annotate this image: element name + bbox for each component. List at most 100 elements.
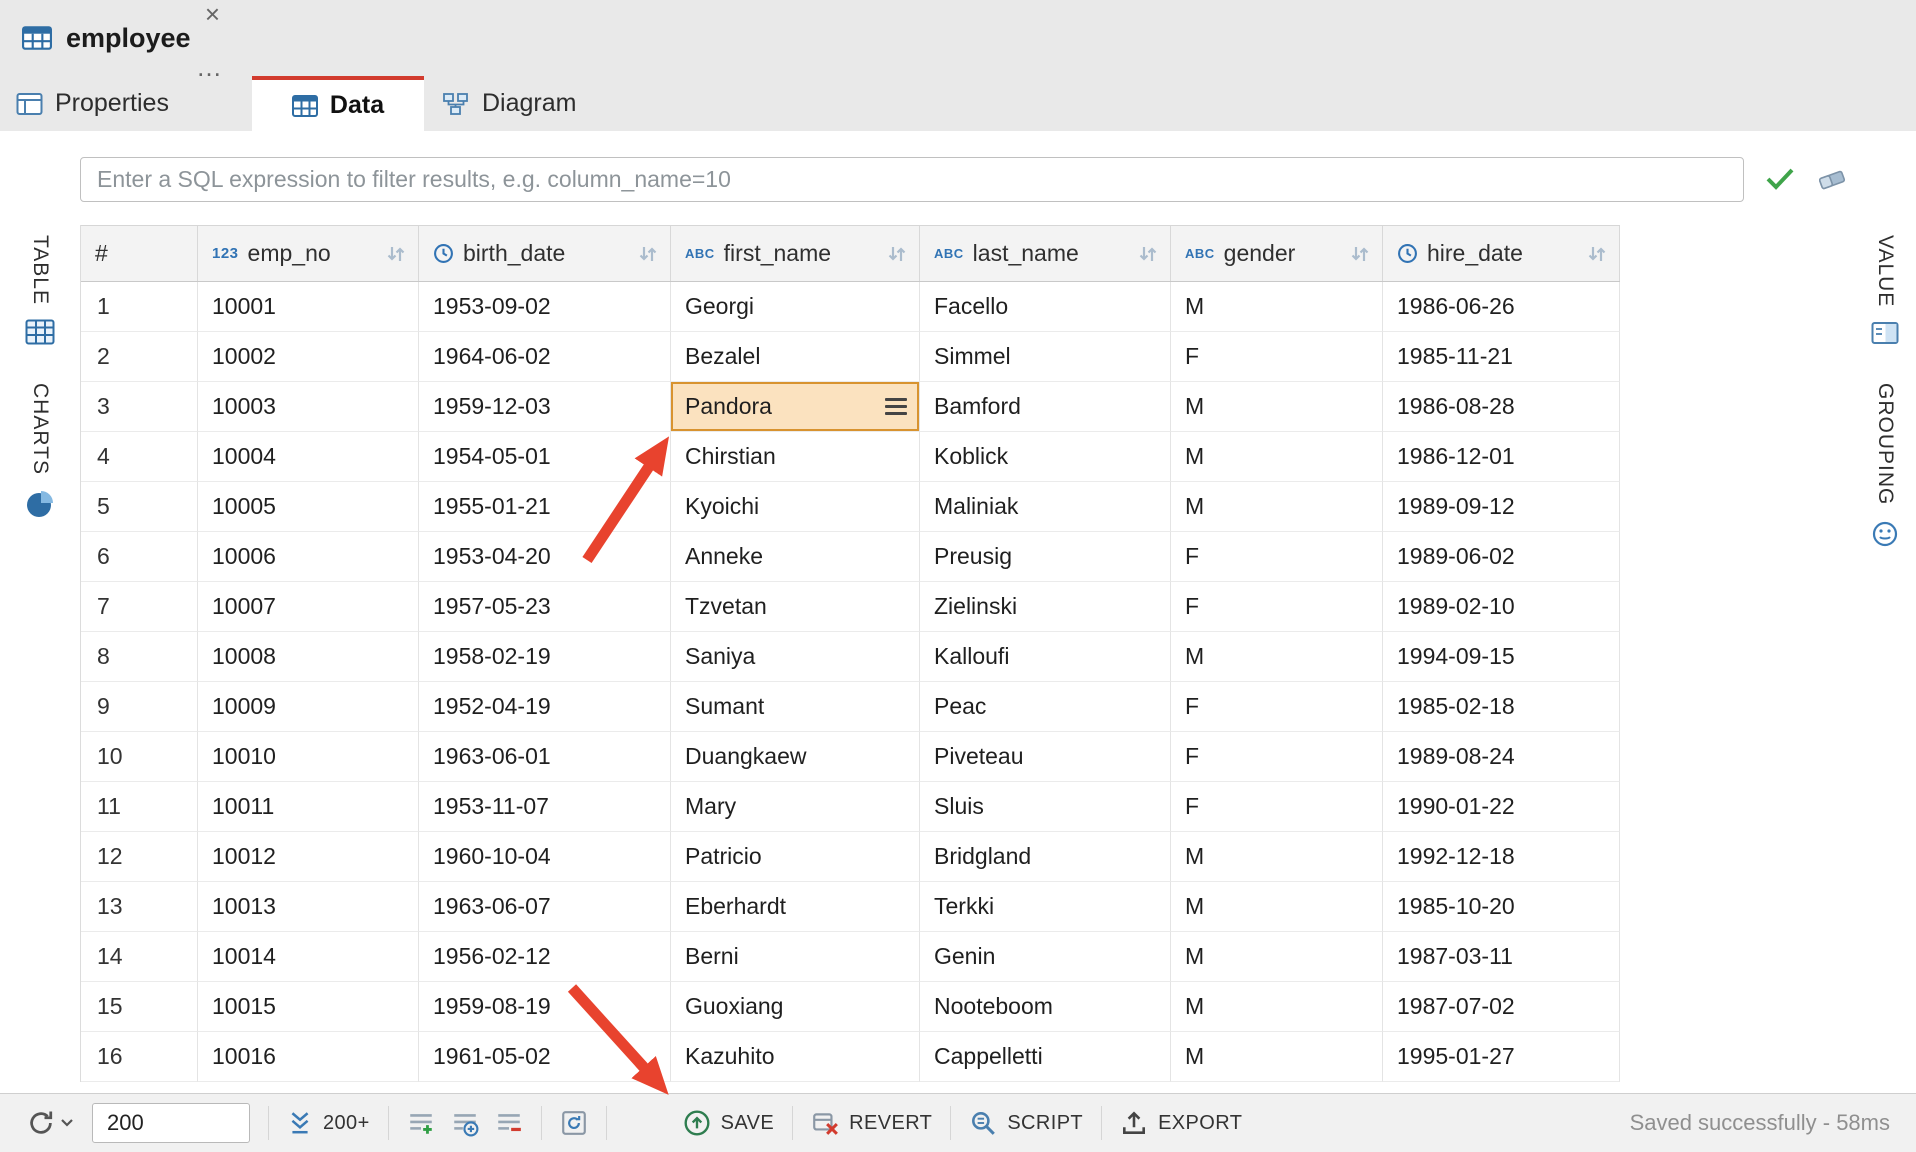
data-cell[interactable]: Sumant — [671, 682, 920, 732]
data-cell[interactable]: Preusig — [920, 532, 1171, 582]
data-cell[interactable]: Saniya — [671, 632, 920, 682]
data-cell[interactable]: 1994-09-15 — [1383, 632, 1620, 682]
data-cell[interactable]: 1963-06-07 — [419, 882, 671, 932]
data-cell[interactable]: Genin — [920, 932, 1171, 982]
data-cell[interactable]: 10004 — [198, 432, 419, 482]
data-cell[interactable]: 1992-12-18 — [1383, 832, 1620, 882]
data-cell[interactable]: 1954-05-01 — [419, 432, 671, 482]
data-cell[interactable]: Duangkaew — [671, 732, 920, 782]
delete-row-button[interactable] — [495, 1109, 523, 1137]
data-cell[interactable]: 10002 — [198, 332, 419, 382]
data-cell[interactable]: M — [1171, 1032, 1383, 1082]
tab-data[interactable]: Data — [252, 76, 424, 131]
data-cell[interactable]: M — [1171, 482, 1383, 532]
data-cell[interactable]: M — [1171, 282, 1383, 332]
fetch-all-rows-button[interactable]: 200+ — [287, 1110, 370, 1136]
data-cell[interactable]: 10009 — [198, 682, 419, 732]
data-cell[interactable]: 10011 — [198, 782, 419, 832]
data-cell[interactable]: Eberhardt — [671, 882, 920, 932]
data-cell[interactable]: 1961-05-02 — [419, 1032, 671, 1082]
apply-filter-icon[interactable] — [1764, 166, 1796, 197]
data-cell[interactable]: Zielinski — [920, 582, 1171, 632]
data-cell[interactable]: Bamford — [920, 382, 1171, 432]
data-cell[interactable]: 1960-10-04 — [419, 832, 671, 882]
data-cell[interactable]: 10012 — [198, 832, 419, 882]
data-cell[interactable]: 10005 — [198, 482, 419, 532]
data-cell[interactable]: Kazuhito — [671, 1032, 920, 1082]
data-cell[interactable]: Peac — [920, 682, 1171, 732]
data-cell[interactable]: 10010 — [198, 732, 419, 782]
data-cell[interactable]: 1987-03-11 — [1383, 932, 1620, 982]
add-row-button[interactable] — [407, 1109, 435, 1137]
data-cell[interactable]: 1986-06-26 — [1383, 282, 1620, 332]
sort-icon[interactable] — [1136, 244, 1160, 264]
data-cell[interactable]: 10014 — [198, 932, 419, 982]
clear-filter-icon[interactable] — [1816, 166, 1848, 199]
data-cell[interactable]: 1986-08-28 — [1383, 382, 1620, 432]
data-cell[interactable]: Piveteau — [920, 732, 1171, 782]
data-cell[interactable]: 1959-12-03 — [419, 382, 671, 432]
selected-cell[interactable]: Pandora — [671, 382, 920, 432]
data-cell[interactable]: Kyoichi — [671, 482, 920, 532]
data-cell[interactable]: Simmel — [920, 332, 1171, 382]
sort-icon[interactable] — [384, 244, 408, 264]
data-cell[interactable]: F — [1171, 682, 1383, 732]
revert-button[interactable]: REVERT — [811, 1109, 932, 1137]
data-cell[interactable]: Anneke — [671, 532, 920, 582]
column-header-last_name[interactable]: ABClast_name — [920, 226, 1171, 281]
data-cell[interactable]: 1989-06-02 — [1383, 532, 1620, 582]
data-cell[interactable]: Berni — [671, 932, 920, 982]
data-cell[interactable]: Bridgland — [920, 832, 1171, 882]
duplicate-row-button[interactable] — [451, 1109, 479, 1137]
data-cell[interactable]: M — [1171, 832, 1383, 882]
column-header-gender[interactable]: ABCgender — [1171, 226, 1383, 281]
data-cell[interactable]: F — [1171, 582, 1383, 632]
data-cell[interactable]: 1957-05-23 — [419, 582, 671, 632]
data-cell[interactable]: Bezalel — [671, 332, 920, 382]
panel-tab-grouping[interactable]: GROUPING — [1871, 383, 1899, 547]
data-cell[interactable]: Facello — [920, 282, 1171, 332]
data-cell[interactable]: 1955-01-21 — [419, 482, 671, 532]
tab-diagram[interactable]: Diagram — [424, 76, 654, 131]
data-cell[interactable]: F — [1171, 782, 1383, 832]
data-cell[interactable]: F — [1171, 732, 1383, 782]
data-cell[interactable]: Maliniak — [920, 482, 1171, 532]
script-button[interactable]: SCRIPT — [969, 1109, 1083, 1137]
tab-properties[interactable]: Properties — [0, 76, 240, 131]
data-cell[interactable]: M — [1171, 382, 1383, 432]
data-cell[interactable]: 10003 — [198, 382, 419, 432]
close-icon[interactable]: × — [205, 0, 220, 29]
data-cell[interactable]: 10006 — [198, 532, 419, 582]
data-cell[interactable]: 1963-06-01 — [419, 732, 671, 782]
data-cell[interactable]: 1989-02-10 — [1383, 582, 1620, 632]
data-cell[interactable]: Guoxiang — [671, 982, 920, 1032]
data-cell[interactable]: 1964-06-02 — [419, 332, 671, 382]
data-cell[interactable]: 1953-09-02 — [419, 282, 671, 332]
row-limit-input[interactable] — [92, 1103, 250, 1143]
data-cell[interactable]: Cappelletti — [920, 1032, 1171, 1082]
column-header-first_name[interactable]: ABCfirst_name — [671, 226, 920, 281]
data-cell[interactable]: 1956-02-12 — [419, 932, 671, 982]
data-cell[interactable]: Mary — [671, 782, 920, 832]
data-cell[interactable]: Terkki — [920, 882, 1171, 932]
data-cell[interactable]: 1985-11-21 — [1383, 332, 1620, 382]
data-cell[interactable]: 1959-08-19 — [419, 982, 671, 1032]
data-cell[interactable]: 1958-02-19 — [419, 632, 671, 682]
auto-refresh-button[interactable] — [26, 1108, 74, 1138]
data-cell[interactable]: 10016 — [198, 1032, 419, 1082]
data-cell[interactable]: 1989-08-24 — [1383, 732, 1620, 782]
data-cell[interactable]: Kalloufi — [920, 632, 1171, 682]
data-cell[interactable]: 10007 — [198, 582, 419, 632]
data-cell[interactable]: M — [1171, 632, 1383, 682]
data-cell[interactable]: 1952-04-19 — [419, 682, 671, 732]
data-cell[interactable]: F — [1171, 532, 1383, 582]
data-cell[interactable]: Sluis — [920, 782, 1171, 832]
data-cell[interactable]: 1953-11-07 — [419, 782, 671, 832]
data-cell[interactable]: Chirstian — [671, 432, 920, 482]
sort-icon[interactable] — [1348, 244, 1372, 264]
data-cell[interactable]: M — [1171, 882, 1383, 932]
data-cell[interactable]: 1953-04-20 — [419, 532, 671, 582]
data-cell[interactable]: F — [1171, 332, 1383, 382]
panel-tab-table[interactable]: TABLE — [25, 235, 55, 345]
cell-menu-icon[interactable] — [885, 398, 907, 415]
